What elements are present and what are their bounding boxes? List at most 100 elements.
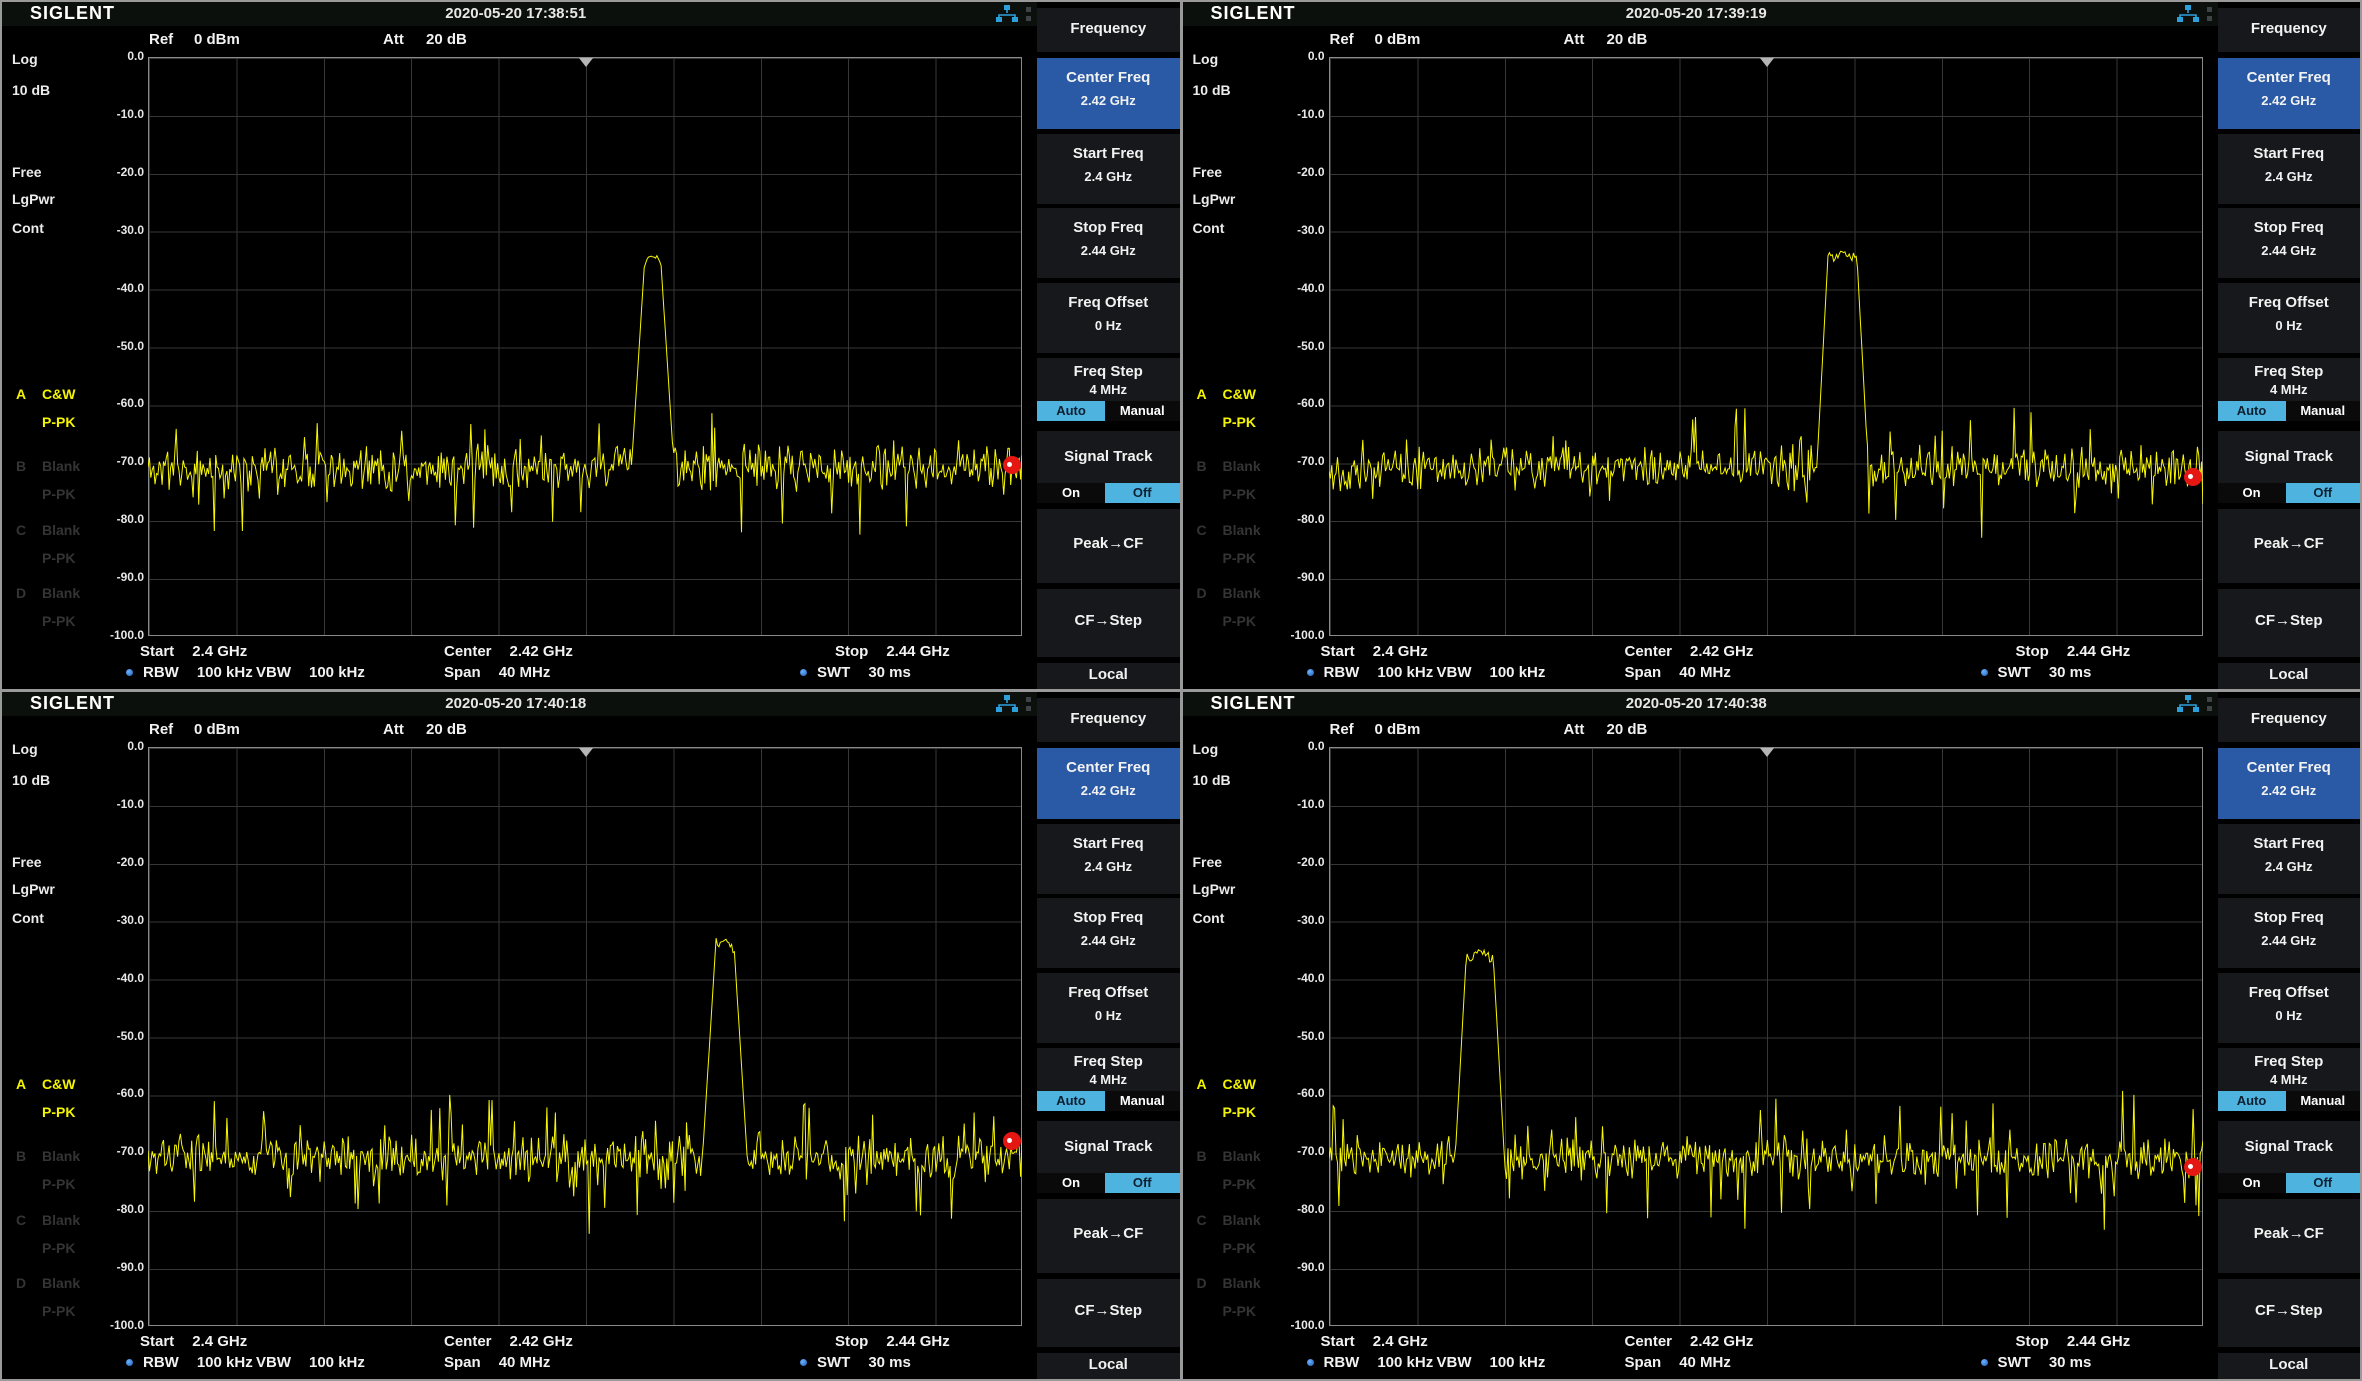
swt-label: SWT [817, 1354, 850, 1371]
trace-b-id: B [16, 1148, 26, 1164]
local-button[interactable]: Local [2218, 663, 2361, 689]
att-value: 20 dB [1607, 721, 1648, 738]
stop-freq-value: 2.44 GHz [886, 1333, 949, 1350]
att-label: Att [1564, 721, 1585, 738]
freq-offset-button[interactable]: Freq Offset 0 Hz [2218, 283, 2361, 353]
start-freq-label: Start [140, 1333, 174, 1350]
start-freq-button[interactable]: Start Freq 2.4 GHz [1037, 134, 1180, 204]
y-tick-label: -50.0 [1263, 1029, 1325, 1043]
rbw-value: 100 kHz [1377, 1354, 1433, 1371]
y-tick-label: -10.0 [82, 107, 144, 121]
local-button[interactable]: Local [1037, 663, 1180, 689]
freq-step-manual-toggle[interactable]: Manual [2286, 401, 2361, 421]
y-tick-label: 0.0 [82, 739, 144, 753]
trigger-label-cont: Cont [1193, 220, 1225, 236]
header-bar: SIGLENT 2020-05-20 17:38:51 [2, 2, 1180, 26]
center-freq-label: Center [1625, 643, 1673, 660]
header-bar: SIGLENT 2020-05-20 17:40:38 [1183, 692, 2361, 716]
trace-svg [148, 747, 1022, 1326]
start-freq-value: 2.4 GHz [1373, 643, 1428, 660]
span-value: 40 MHz [499, 1354, 551, 1371]
y-tick-label: -90.0 [1263, 570, 1325, 584]
stop-freq-button[interactable]: Stop Freq 2.44 GHz [1037, 208, 1180, 278]
trigger-label-cont: Cont [12, 910, 44, 926]
stop-freq-button[interactable]: Stop Freq 2.44 GHz [2218, 898, 2361, 968]
center-freq-value: 2.42 GHz [1690, 643, 1753, 660]
signal-track-off-toggle[interactable]: Off [2286, 483, 2361, 503]
freq-step-button[interactable]: Freq Step 4 MHz Auto Manual [1037, 358, 1180, 421]
y-tick-label: -10.0 [1263, 797, 1325, 811]
center-freq-button[interactable]: Center Freq 2.42 GHz [1037, 748, 1180, 819]
trace-a-line [148, 256, 1022, 535]
rbw-label: RBW [143, 1354, 179, 1371]
signal-track-on-toggle[interactable]: On [1037, 483, 1105, 503]
swt-status-dot [1981, 669, 1988, 676]
local-button[interactable]: Local [1037, 1353, 1180, 1379]
y-tick-label: -90.0 [82, 1260, 144, 1274]
swt-status-dot [1981, 1359, 1988, 1366]
peak-to-cf-button[interactable]: Peak→CF [2218, 509, 2361, 583]
y-tick-label: -40.0 [1263, 971, 1325, 985]
cf-to-step-button[interactable]: CF→Step [2218, 589, 2361, 657]
trace-c-mode: Blank [42, 1212, 80, 1228]
freq-step-manual-toggle[interactable]: Manual [2286, 1091, 2361, 1111]
peak-to-cf-button[interactable]: Peak→CF [2218, 1199, 2361, 1273]
cf-to-step-button[interactable]: CF→Step [2218, 1279, 2361, 1347]
center-freq-button[interactable]: Center Freq 2.42 GHz [2218, 748, 2361, 819]
freq-step-auto-toggle[interactable]: Auto [1037, 401, 1105, 421]
signal-track-button[interactable]: Signal Track On Off [2218, 1121, 2361, 1193]
span-value: 40 MHz [499, 664, 551, 681]
freq-offset-button[interactable]: Freq Offset 0 Hz [1037, 283, 1180, 353]
signal-track-off-toggle[interactable]: Off [1105, 1173, 1180, 1193]
y-tick-label: -100.0 [82, 628, 144, 642]
freq-step-button[interactable]: Freq Step 4 MHz Auto Manual [1037, 1048, 1180, 1111]
cf-to-step-button[interactable]: CF→Step [1037, 589, 1180, 657]
peak-to-cf-button[interactable]: Peak→CF [1037, 1199, 1180, 1273]
signal-track-button[interactable]: Signal Track On Off [1037, 431, 1180, 503]
center-freq-button[interactable]: Center Freq 2.42 GHz [2218, 58, 2361, 129]
stop-freq-button[interactable]: Stop Freq 2.44 GHz [1037, 898, 1180, 968]
start-freq-button[interactable]: Start Freq 2.4 GHz [2218, 824, 2361, 894]
freq-offset-button[interactable]: Freq Offset 0 Hz [2218, 973, 2361, 1043]
trace-a-line [148, 938, 1022, 1234]
trace-b-mode: Blank [42, 1148, 80, 1164]
signal-track-on-toggle[interactable]: On [2218, 1173, 2286, 1193]
freq-step-manual-toggle[interactable]: Manual [1105, 1091, 1180, 1111]
signal-track-on-toggle[interactable]: On [2218, 483, 2286, 503]
header-bar: SIGLENT 2020-05-20 17:40:18 [2, 692, 1180, 716]
trace-c-detector: P-PK [42, 1240, 75, 1256]
lan-network-icon [2176, 5, 2200, 24]
y-tick-label: -60.0 [1263, 396, 1325, 410]
freq-offset-button[interactable]: Freq Offset 0 Hz [1037, 973, 1180, 1043]
freq-step-button[interactable]: Freq Step 4 MHz Auto Manual [2218, 1048, 2361, 1111]
freq-step-manual-toggle[interactable]: Manual [1105, 401, 1180, 421]
span-value: 40 MHz [1679, 1354, 1731, 1371]
signal-track-button[interactable]: Signal Track On Off [1037, 1121, 1180, 1193]
trace-d-id: D [16, 585, 26, 601]
freq-step-button[interactable]: Freq Step 4 MHz Auto Manual [2218, 358, 2361, 421]
quad-grid: SIGLENT 2020-05-20 17:38:51 Ref 0 dBm At… [0, 0, 2362, 1381]
cf-to-step-button[interactable]: CF→Step [1037, 1279, 1180, 1347]
stop-freq-button[interactable]: Stop Freq 2.44 GHz [2218, 208, 2361, 278]
att-value: 20 dB [1607, 31, 1648, 48]
swt-value: 30 ms [2049, 664, 2092, 681]
start-freq-button[interactable]: Start Freq 2.4 GHz [2218, 134, 2361, 204]
y-tick-label: -40.0 [82, 971, 144, 985]
freq-step-auto-toggle[interactable]: Auto [2218, 401, 2286, 421]
signal-track-off-toggle[interactable]: Off [2286, 1173, 2361, 1193]
trace-d-detector: P-PK [1223, 613, 1256, 629]
y-tick-label: -70.0 [1263, 1144, 1325, 1158]
freq-step-auto-toggle[interactable]: Auto [1037, 1091, 1105, 1111]
y-tick-label: -90.0 [1263, 1260, 1325, 1274]
local-button[interactable]: Local [2218, 1353, 2361, 1379]
trigger-label-lgpwr: LgPwr [1193, 881, 1236, 897]
start-freq-button[interactable]: Start Freq 2.4 GHz [1037, 824, 1180, 894]
signal-track-on-toggle[interactable]: On [1037, 1173, 1105, 1193]
center-freq-button[interactable]: Center Freq 2.42 GHz [1037, 58, 1180, 129]
peak-to-cf-button[interactable]: Peak→CF [1037, 509, 1180, 583]
center-freq-label: Center [444, 643, 492, 660]
signal-track-off-toggle[interactable]: Off [1105, 483, 1180, 503]
signal-track-button[interactable]: Signal Track On Off [2218, 431, 2361, 503]
trace-b-mode: Blank [1223, 1148, 1261, 1164]
freq-step-auto-toggle[interactable]: Auto [2218, 1091, 2286, 1111]
